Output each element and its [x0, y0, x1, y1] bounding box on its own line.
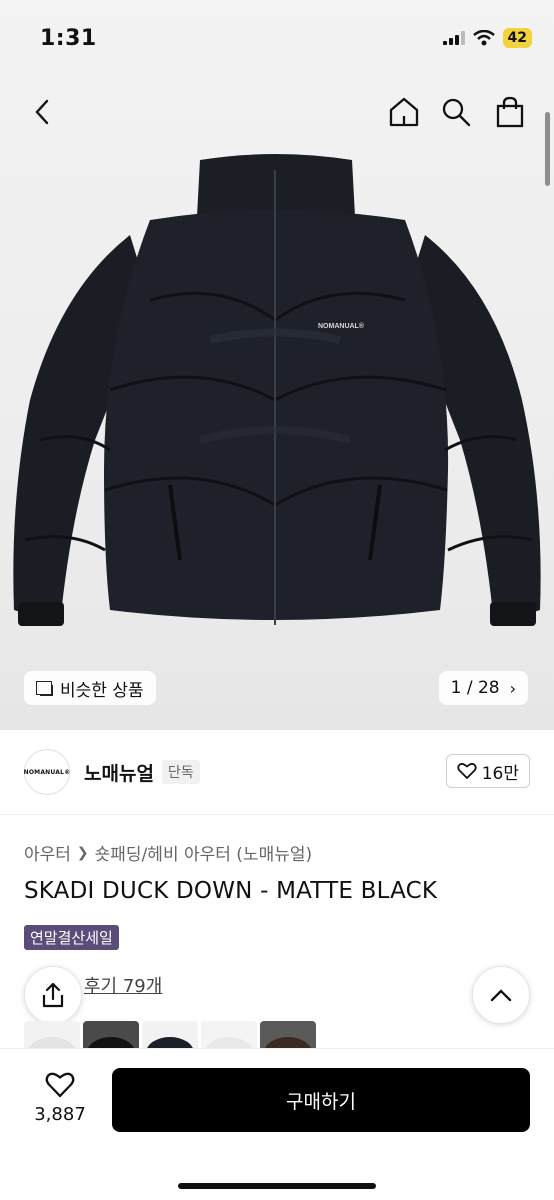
variant-image: [28, 1037, 76, 1049]
variant-thumbnails: [24, 1021, 316, 1049]
breadcrumb-subcategory[interactable]: 숏패딩/헤비 아우터 (노매뉴얼): [95, 840, 312, 865]
exclusive-badge: 단독: [161, 760, 200, 784]
back-icon: [35, 99, 49, 125]
heart-icon: [457, 763, 477, 779]
home-indicator[interactable]: [178, 1183, 376, 1189]
signal-icon: [442, 31, 465, 45]
brand-logo[interactable]: NOMANUAL®: [24, 749, 70, 795]
variant-thumbnail[interactable]: [260, 1021, 316, 1049]
bottom-purchase-bar: 3,887 구매하기: [0, 1048, 554, 1200]
chevron-up-icon: [490, 989, 512, 1002]
variant-thumbnail[interactable]: [201, 1021, 257, 1049]
status-bar: 1:31 42: [0, 0, 554, 80]
product-image: NOMANUAL®: [13, 154, 541, 626]
brand-like-count: 16만: [481, 763, 519, 784]
status-time: 1:31: [40, 26, 97, 51]
variant-thumbnail[interactable]: [24, 1021, 80, 1049]
similar-products-button[interactable]: 비슷한 상품: [24, 671, 156, 705]
breadcrumb-category[interactable]: 아우터: [24, 840, 71, 865]
brand-like-button[interactable]: 16만: [445, 754, 530, 788]
variant-thumbnail[interactable]: [83, 1021, 139, 1049]
image-counter-button[interactable]: 1 / 28 ›: [438, 671, 528, 705]
brand-logo-text: NOMANUAL®: [23, 768, 71, 776]
brand-name[interactable]: 노매뉴얼: [84, 759, 154, 786]
bag-icon: [496, 96, 524, 128]
wishlist-count: 3,887: [34, 1104, 86, 1125]
wifi-icon: [472, 30, 495, 46]
sale-badge: 연말결산세일: [24, 925, 119, 950]
similar-products-label: 비슷한 상품: [60, 680, 144, 701]
chevron-right-icon: ❯: [76, 844, 89, 861]
variant-image: [146, 1037, 194, 1049]
share-button[interactable]: [24, 966, 82, 1024]
search-icon: [442, 98, 471, 127]
product-title: SKADI DUCK DOWN - MATTE BLACK: [24, 878, 438, 904]
review-link[interactable]: 후기 79개: [84, 972, 162, 998]
status-icons: 42: [442, 28, 532, 48]
top-navigation: [0, 90, 554, 138]
buy-button[interactable]: 구매하기: [112, 1068, 530, 1132]
share-icon: [42, 982, 64, 1008]
wishlist-button[interactable]: 3,887: [30, 1071, 90, 1125]
home-button[interactable]: [382, 90, 426, 134]
heart-icon: [45, 1072, 75, 1098]
buy-button-label: 구매하기: [286, 1090, 356, 1113]
variant-image: [205, 1037, 253, 1049]
breadcrumb: 아우터 ❯ 숏패딩/헤비 아우터 (노매뉴얼): [24, 840, 312, 866]
brand-row: NOMANUAL® 노매뉴얼 단독 16만: [24, 748, 530, 796]
image-counter: 1 / 28: [450, 678, 500, 698]
variant-image: [264, 1037, 312, 1049]
variant-thumbnail[interactable]: [142, 1021, 198, 1049]
home-icon: [389, 97, 419, 127]
copy-icon: [36, 681, 53, 696]
scroll-top-button[interactable]: [472, 966, 530, 1024]
back-button[interactable]: [20, 90, 64, 134]
battery-indicator: 42: [502, 28, 532, 48]
search-button[interactable]: [434, 90, 478, 134]
divider: [0, 814, 554, 815]
jacket-logo-text: NOMANUAL®: [318, 322, 365, 330]
variant-image: [87, 1037, 135, 1049]
chevron-right-icon: ›: [509, 678, 516, 698]
cart-button[interactable]: [488, 90, 532, 134]
